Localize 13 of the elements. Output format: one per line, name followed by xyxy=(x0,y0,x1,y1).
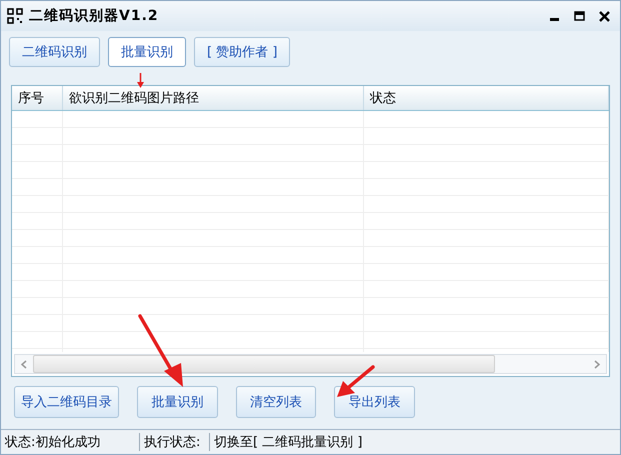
action-button[interactable]: 导入二维码目录 xyxy=(14,386,119,418)
tab[interactable]: [ 赞助作者 ] xyxy=(194,37,290,67)
action-button[interactable]: 导出列表 xyxy=(334,386,415,418)
action-button[interactable]: 批量识别 xyxy=(137,386,218,418)
status-text: 状态:初始化成功 xyxy=(1,433,140,451)
tab[interactable]: 二维码识别 xyxy=(9,37,100,67)
action-button[interactable]: 清空列表 xyxy=(236,386,316,418)
status-text: 执行状态: xyxy=(140,433,210,451)
window-title: 二维码识别器V1.2 xyxy=(29,7,159,25)
tab[interactable]: 批量识别 xyxy=(108,37,186,67)
status-text: 切换至[ 二维码批量识别 ] xyxy=(213,434,364,451)
column-header[interactable]: 序号 xyxy=(12,86,63,110)
column-header[interactable]: 状态 xyxy=(364,86,609,110)
